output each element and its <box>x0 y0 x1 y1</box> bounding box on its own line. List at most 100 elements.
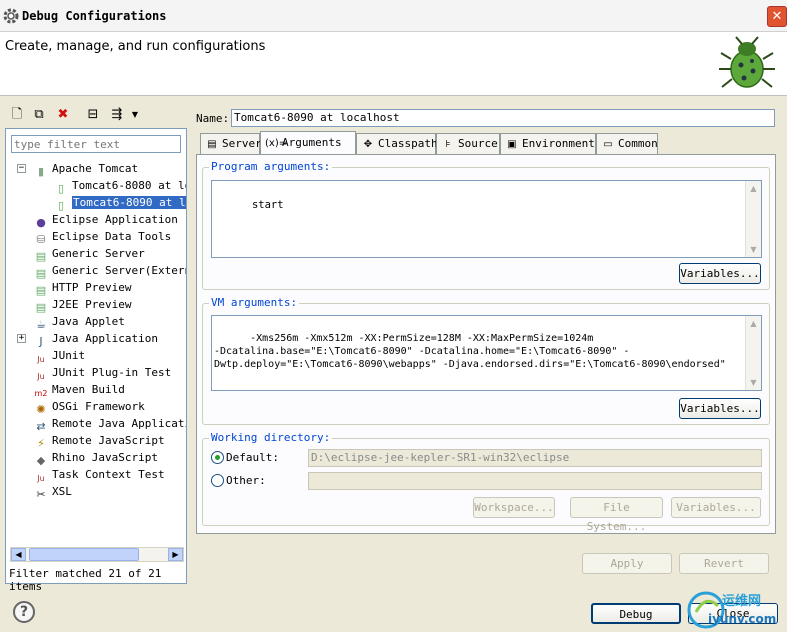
tree-item[interactable]: ✂ XSL <box>34 484 71 501</box>
tree-item-label: Remote JavaScript <box>52 434 165 447</box>
other-radio[interactable] <box>211 474 224 487</box>
scroll-up-icon[interactable]: ▲ <box>746 316 761 331</box>
tree-item[interactable]: J Java Application <box>34 331 158 348</box>
server-icon: ▤ <box>35 301 47 314</box>
name-field[interactable]: Tomcat6-8090 at localhost <box>231 109 775 127</box>
vm-variables-button[interactable]: Variables... <box>679 398 761 419</box>
help-icon[interactable]: ? <box>13 601 35 623</box>
collapse-icon[interactable]: − <box>17 164 26 173</box>
vertical-scrollbar[interactable]: ▲ ▼ <box>745 316 761 390</box>
tree-item[interactable]: ▯ Tomcat6-8080 at loc <box>54 178 186 195</box>
filter-status: Filter matched 21 of 21 items <box>9 567 162 593</box>
tree-item[interactable]: ▤ Generic Server <box>34 246 145 263</box>
tree-item[interactable]: ▤ Generic Server(Externa <box>34 263 186 280</box>
vm-arguments-group: VM arguments: -Xms256m -Xmx512m -XX:Perm… <box>202 296 770 425</box>
duplicate-icon[interactable]: ⧉ <box>31 107 47 123</box>
title-bar: Debug Configurations ✕ <box>0 0 787 32</box>
tree-item-label: HTTP Preview <box>52 281 132 294</box>
gear-icon <box>3 8 19 24</box>
config-icon: ▯ <box>57 199 65 212</box>
tree-item-label: JUnit Plug-in Test <box>52 366 172 379</box>
tab-classpath[interactable]: ✥ Classpath <box>356 133 438 155</box>
horizontal-scrollbar[interactable]: ◀ ▶ <box>10 547 184 562</box>
expand-icon[interactable]: + <box>17 334 26 343</box>
tree-item[interactable]: m2 Maven Build <box>34 382 125 398</box>
working-variables-button[interactable]: Variables... <box>671 497 761 518</box>
vm-arguments-title: VM arguments: <box>209 296 300 309</box>
filter-input[interactable] <box>11 135 181 153</box>
tree-item[interactable]: ⛁ Eclipse Data Tools <box>34 229 172 246</box>
server-tab-icon: ▤ <box>207 139 217 150</box>
tree-item[interactable]: ◆ Rhino JavaScript <box>34 450 158 467</box>
tree-item[interactable]: ▯ Tomcat6-8090 at loc <box>54 195 186 212</box>
other-directory-field <box>308 472 762 490</box>
new-configuration-icon[interactable]: 🗋 <box>9 107 25 123</box>
program-arguments-textarea[interactable]: start ▲ ▼ <box>211 180 762 258</box>
close-window-button[interactable]: ✕ <box>767 6 787 27</box>
working-directory-title: Working directory: <box>209 431 333 444</box>
configuration-tree: ▮ Apache Tomcat − ▯ Tomcat6-8080 at loc ▯ Tomc… <box>6 157 186 549</box>
tree-item[interactable]: ▤ J2EE Preview <box>34 297 132 314</box>
workspace-button[interactable]: Workspace... <box>473 497 555 518</box>
tab-server[interactable]: ▤ Server <box>200 133 262 155</box>
scroll-up-icon[interactable]: ▲ <box>746 181 761 196</box>
tree-item-label: Java Application <box>52 332 158 345</box>
scroll-down-icon[interactable]: ▼ <box>746 375 761 390</box>
chevron-down-icon[interactable]: ▼ <box>127 107 143 123</box>
tab-common[interactable]: ▭ Common <box>596 133 658 155</box>
tab-strip: ▤ Server (x)=Arguments ✥ Classpath ⊧ Source… <box>196 131 776 155</box>
delete-icon[interactable]: ✖ <box>55 107 71 123</box>
debug-bug-icon <box>719 36 775 88</box>
other-label: Other: <box>226 474 266 487</box>
vm-arguments-textarea[interactable]: -Xms256m -Xmx512m -XX:PermSize=128M -XX:… <box>211 315 762 391</box>
vm-arguments-value: -Xms256m -Xmx512m -XX:PermSize=128M -XX:… <box>214 333 726 370</box>
tree-item-label: Rhino JavaScript <box>52 451 158 464</box>
scroll-left-icon[interactable]: ◀ <box>11 548 26 561</box>
rhino-icon: ◆ <box>36 454 46 467</box>
tree-item[interactable]: ● Eclipse Application <box>34 212 178 229</box>
database-icon: ⛁ <box>36 233 46 246</box>
tab-environment[interactable]: ▣ Environment <box>500 133 596 155</box>
tree-item-label: Task Context Test <box>52 468 165 481</box>
eclipse-icon: ● <box>36 216 46 229</box>
tree-item-label: OSGi Framework <box>52 400 145 413</box>
default-label: Default: <box>226 451 279 464</box>
tree-item[interactable]: ▤ HTTP Preview <box>34 280 132 297</box>
tree-item-label: Tomcat6-8090 at loc <box>72 196 186 209</box>
tree-item[interactable]: Ju Task Context Test <box>34 467 165 483</box>
source-tab-icon: ⊧ <box>445 139 451 150</box>
tab-arguments[interactable]: (x)=Arguments <box>260 131 356 155</box>
site-watermark: 运维网 iyunv.com <box>686 586 787 632</box>
tree-item-label: Eclipse Data Tools <box>52 230 172 243</box>
tree-item[interactable]: Ju JUnit <box>34 348 85 364</box>
name-label: Name: <box>196 112 230 125</box>
default-radio[interactable] <box>211 451 224 464</box>
tree-item[interactable]: Ju JUnit Plug-in Test <box>34 365 171 381</box>
tree-item[interactable]: ☕ Java Applet <box>34 314 125 331</box>
collapse-all-icon[interactable]: ⊟ <box>85 107 101 123</box>
watermark-text: 运维网 <box>722 594 762 609</box>
tree-item[interactable]: ▮ Apache Tomcat <box>34 161 138 178</box>
tree-item[interactable]: ✺ OSGi Framework <box>34 399 145 416</box>
program-arguments-value: start <box>251 199 284 211</box>
debug-button[interactable]: Debug <box>591 603 681 624</box>
scroll-thumb[interactable] <box>29 548 139 561</box>
revert-button[interactable]: Revert <box>679 553 769 574</box>
tree-item-label: Remote Java Applicatio <box>52 417 186 430</box>
server-icon: ▤ <box>35 267 47 280</box>
vertical-scrollbar[interactable]: ▲ ▼ <box>745 181 761 257</box>
apply-button[interactable]: Apply <box>582 553 672 574</box>
window-title: Debug Configurations <box>22 9 167 23</box>
scroll-right-icon[interactable]: ▶ <box>168 548 183 561</box>
filter-icon[interactable]: ⇶ <box>109 107 125 123</box>
tree-item[interactable]: ⚡ Remote JavaScript <box>34 433 165 450</box>
configuration-tree-panel: ▮ Apache Tomcat − ▯ Tomcat6-8080 at loc ▯ Tomc… <box>5 128 187 593</box>
tree-item-label: J2EE Preview <box>52 298 132 311</box>
tree-item[interactable]: ⇄ Remote Java Applicatio <box>34 416 186 433</box>
server-icon: ▤ <box>35 284 47 297</box>
tab-source[interactable]: ⊧ Source <box>436 133 500 155</box>
arguments-tab-panel: Program arguments: start ▲ ▼ Variables..… <box>196 154 776 534</box>
scroll-down-icon[interactable]: ▼ <box>746 242 761 257</box>
program-variables-button[interactable]: Variables... <box>679 263 761 284</box>
file-system-button[interactable]: File System... <box>570 497 663 533</box>
